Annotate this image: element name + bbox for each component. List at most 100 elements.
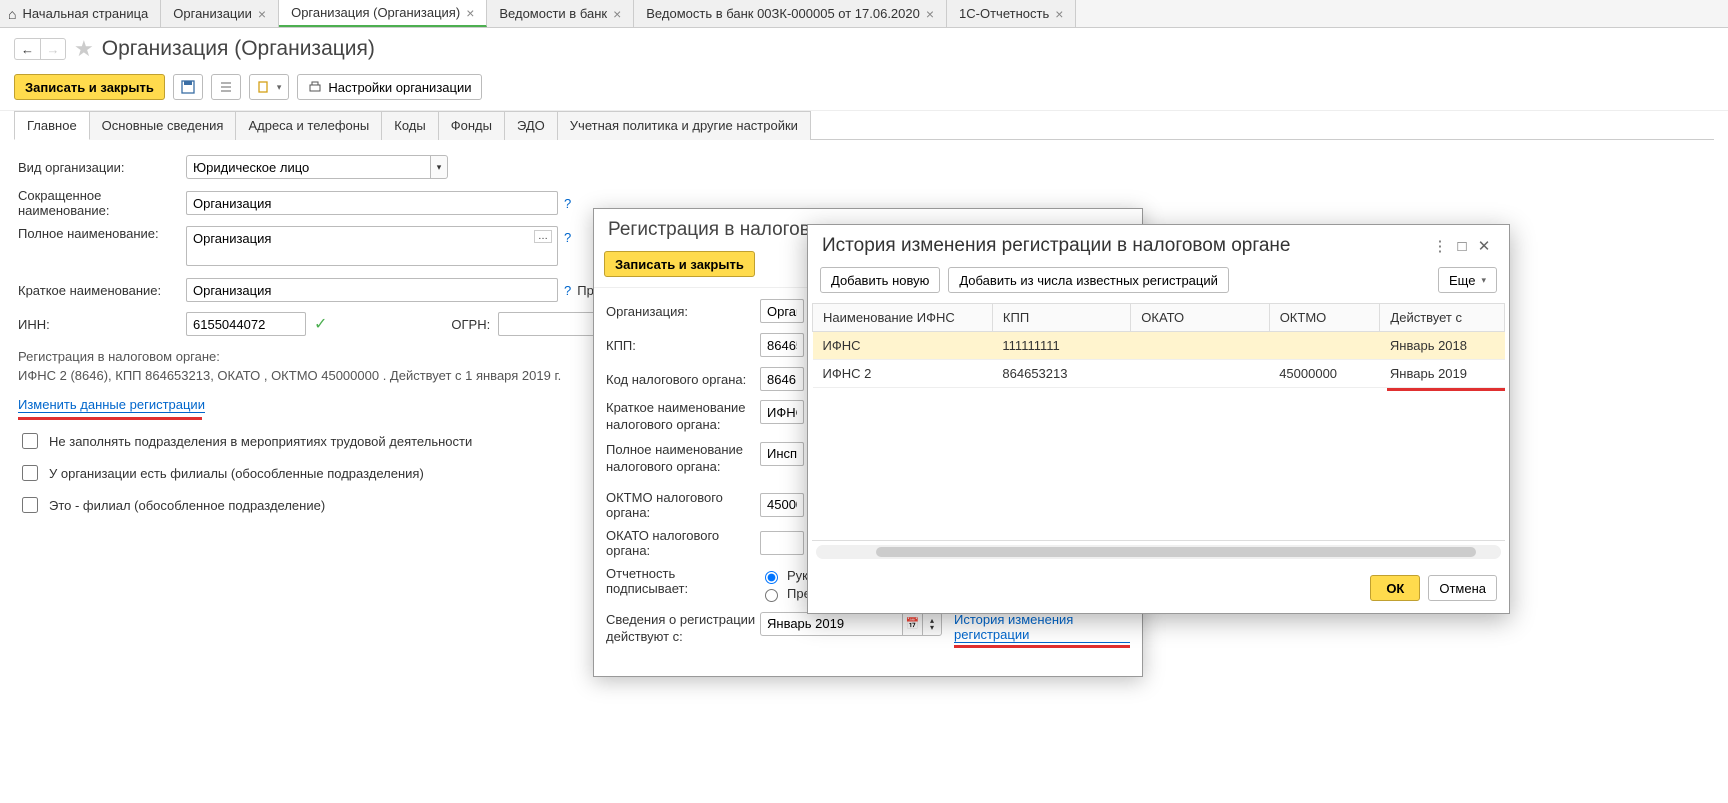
ok-button[interactable]: ОК xyxy=(1370,575,1420,601)
tab-home[interactable]: ⌂ Начальная страница xyxy=(0,0,161,27)
subtab-policy[interactable]: Учетная политика и другие настройки xyxy=(557,111,811,140)
col-okato[interactable]: ОКАТО xyxy=(1131,304,1269,332)
help-icon[interactable]: ? xyxy=(564,196,571,211)
check-icon: ✓ xyxy=(314,314,327,334)
subtab-funds[interactable]: Фонды xyxy=(438,111,505,140)
brief-name-label: Краткое наименование: xyxy=(18,283,186,298)
help-icon[interactable]: ? xyxy=(564,230,571,245)
signer-radio-rep[interactable] xyxy=(765,589,778,602)
reg-oktmo-input[interactable] xyxy=(760,493,804,517)
subtab-addresses[interactable]: Адреса и телефоны xyxy=(235,111,382,140)
reg-okato-label: ОКАТО налогового органа: xyxy=(606,528,760,558)
list-icon xyxy=(219,80,233,94)
tab-organization[interactable]: Организация (Организация) × xyxy=(279,0,487,27)
checkbox-no-fill-subdiv[interactable] xyxy=(22,433,38,449)
inn-label: ИНН: xyxy=(18,317,186,332)
inn-input[interactable] xyxy=(186,312,306,336)
tab-label: Начальная страница xyxy=(22,6,148,21)
stepper-icon[interactable]: ▴▾ xyxy=(922,612,942,636)
brief-name-input[interactable] xyxy=(186,278,558,302)
subtab-main[interactable]: Главное xyxy=(14,111,90,140)
toolbar: Записать и закрыть ▾ Настройки организац… xyxy=(0,70,1728,111)
reg-code-label: Код налогового органа: xyxy=(606,372,760,387)
save-button[interactable] xyxy=(173,74,203,100)
ellipsis-button[interactable]: … xyxy=(534,230,552,243)
reg-valid-date-input[interactable] xyxy=(760,612,902,636)
change-registration-link[interactable]: Изменить данные регистрации xyxy=(18,397,205,413)
close-icon[interactable]: × xyxy=(1055,6,1063,22)
reg-code-input[interactable] xyxy=(760,367,804,391)
full-name-label: Полное наименование: xyxy=(18,226,186,241)
close-icon[interactable]: ✕ xyxy=(1473,235,1495,257)
chevron-down-icon: ▾ xyxy=(1481,275,1486,286)
tab-label: Ведомость в банк 00ЗК-000005 от 17.06.20… xyxy=(646,6,920,21)
col-valid-from[interactable]: Действует с xyxy=(1380,304,1505,332)
tab-1c-reporting[interactable]: 1С-Отчетность × xyxy=(947,0,1076,27)
paperclip-icon xyxy=(257,80,271,94)
org-settings-button[interactable]: Настройки организации xyxy=(297,74,482,100)
checkbox-has-branches[interactable] xyxy=(22,465,38,481)
col-kpp[interactable]: КПП xyxy=(992,304,1130,332)
reg-kpp-input[interactable] xyxy=(760,333,804,357)
col-ifns[interactable]: Наименование ИФНС xyxy=(813,304,993,332)
reg-short-name-input[interactable] xyxy=(760,400,804,424)
red-underline xyxy=(18,417,202,420)
page-title: Организация (Организация) xyxy=(102,37,375,61)
org-type-label: Вид организации: xyxy=(18,160,186,175)
reg-signer-label: Отчетность подписывает: xyxy=(606,566,760,596)
tab-label: 1С-Отчетность xyxy=(959,6,1049,21)
close-icon[interactable]: × xyxy=(613,6,621,22)
history-link[interactable]: История изменения регистрации xyxy=(954,612,1130,643)
tab-label: Ведомости в банк xyxy=(499,6,607,21)
subtab-edo[interactable]: ЭДО xyxy=(504,111,558,140)
org-type-select[interactable] xyxy=(186,155,430,179)
tab-organizations[interactable]: Организации × xyxy=(161,0,279,27)
history-table: Наименование ИФНС КПП ОКАТО ОКТМО Действ… xyxy=(812,303,1505,388)
reg-full-name-input[interactable] xyxy=(760,442,804,466)
full-name-input[interactable]: Организация xyxy=(186,226,558,266)
tab-bank-list-doc[interactable]: Ведомость в банк 00ЗК-000005 от 17.06.20… xyxy=(634,0,947,27)
modal-hist-title: История изменения регистрации в налогово… xyxy=(822,235,1429,257)
tab-label: Организации xyxy=(173,6,252,21)
reg-org-input[interactable] xyxy=(760,299,804,323)
favorite-star-icon[interactable]: ★ xyxy=(74,36,94,62)
nav-forward-button[interactable]: → xyxy=(40,38,66,60)
attach-button[interactable]: ▾ xyxy=(249,74,290,100)
checkbox-is-branch[interactable] xyxy=(22,497,38,513)
ogrn-input[interactable] xyxy=(498,312,598,336)
add-from-known-button[interactable]: Добавить из числа известных регистраций xyxy=(948,267,1229,293)
signer-radio-head[interactable] xyxy=(765,571,778,584)
print-icon xyxy=(308,80,322,94)
close-icon[interactable]: × xyxy=(258,6,266,22)
short-name-label: Сокращенное наименование: xyxy=(18,188,186,218)
tab-bank-lists[interactable]: Ведомости в банк × xyxy=(487,0,634,27)
nav-back-button[interactable]: ← xyxy=(14,38,40,60)
close-icon[interactable]: × xyxy=(466,5,474,21)
cancel-button[interactable]: Отмена xyxy=(1428,575,1497,601)
list-button[interactable] xyxy=(211,74,241,100)
diskette-icon xyxy=(181,80,195,94)
calendar-icon[interactable]: 📅 xyxy=(902,612,922,636)
reg-okato-input[interactable] xyxy=(760,531,804,555)
reg-short-name-label: Краткое наименование налогового органа: xyxy=(606,400,760,434)
close-icon[interactable]: × xyxy=(926,6,934,22)
brief-tail: Пр xyxy=(577,283,594,298)
help-icon[interactable]: ? xyxy=(564,283,571,298)
subtab-basic[interactable]: Основные сведения xyxy=(89,111,237,140)
modal-reg-save-close-button[interactable]: Записать и закрыть xyxy=(604,251,755,277)
table-row[interactable]: ИФНС 2 864653213 45000000 Январь 2019 xyxy=(813,360,1505,388)
kebab-icon[interactable]: ⋮ xyxy=(1429,235,1451,257)
chevron-down-icon[interactable]: ▾ xyxy=(430,155,448,179)
horizontal-scrollbar[interactable] xyxy=(816,545,1501,559)
reg-oktmo-label: ОКТМО налогового органа: xyxy=(606,490,760,520)
subtab-codes[interactable]: Коды xyxy=(381,111,438,140)
chevron-down-icon: ▾ xyxy=(277,82,282,93)
save-close-button[interactable]: Записать и закрыть xyxy=(14,74,165,100)
more-button[interactable]: Еще ▾ xyxy=(1438,267,1497,293)
tab-label: Организация (Организация) xyxy=(291,5,460,20)
maximize-icon[interactable]: □ xyxy=(1451,235,1473,257)
add-new-button[interactable]: Добавить новую xyxy=(820,267,940,293)
table-row[interactable]: ИФНС 111111111 Январь 2018 xyxy=(813,332,1505,360)
col-oktmo[interactable]: ОКТМО xyxy=(1269,304,1380,332)
short-name-input[interactable] xyxy=(186,191,558,215)
